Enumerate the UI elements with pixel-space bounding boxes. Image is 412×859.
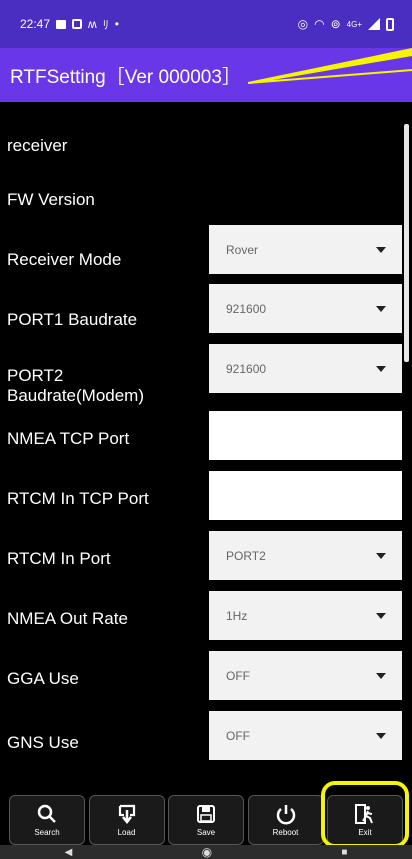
setting-label: PORT2 Baudrate(Modem)	[7, 366, 145, 405]
exit-label: Exit	[358, 828, 372, 837]
search-icon	[35, 803, 59, 825]
signal-strength-icon: ﾘ	[102, 17, 109, 32]
dropdown-value: OFF	[226, 668, 250, 683]
setting-label: GGA Use	[7, 669, 79, 688]
dropdown-value: Rover	[226, 242, 259, 257]
dropdown-arrow-icon	[376, 673, 386, 679]
setting-label: FW Version	[7, 190, 95, 209]
setting-dropdown[interactable]: 1Hz	[209, 591, 402, 640]
dot-icon: •	[114, 17, 119, 31]
back-nav-icon[interactable]: ◀	[65, 847, 73, 858]
setting-input[interactable]	[209, 471, 402, 520]
setting-dropdown[interactable]: PORT2	[209, 531, 402, 580]
status-left: 22:47 ʍ ﾘ •	[20, 16, 119, 33]
app-bar: RTFSetting［Ver 000003］	[0, 48, 412, 102]
load-icon	[115, 803, 139, 825]
recents-nav-icon[interactable]: ■	[341, 847, 347, 858]
setting-label: GNS Use	[7, 733, 79, 752]
bottom-toolbar: Search Load Save Reboot Exit	[0, 795, 412, 845]
load-label: Load	[117, 828, 136, 837]
dropdown-arrow-icon	[376, 247, 386, 253]
settings-list[interactable]: receiver FW Version Receiver Mode Rover PORT…	[0, 102, 412, 782]
dropdown-value: 1Hz	[226, 608, 248, 623]
exit-button[interactable]: Exit	[327, 795, 403, 845]
exit-icon	[353, 803, 377, 825]
search-button[interactable]: Search	[9, 795, 85, 845]
setting-dropdown[interactable]: OFF	[209, 651, 402, 700]
dropdown-arrow-icon	[376, 306, 386, 312]
notification-icon	[56, 19, 67, 29]
dropdown-arrow-icon	[376, 553, 386, 559]
status-right: ◎ ◠ ⊚ 4G+	[298, 17, 394, 31]
wifi-icon: ◠	[314, 17, 325, 31]
dropdown-arrow-icon	[376, 733, 386, 739]
load-button[interactable]: Load	[88, 795, 165, 845]
dropdown-value: 921600	[226, 301, 267, 316]
power-icon	[274, 803, 298, 825]
setting-label: NMEA TCP Port	[7, 429, 130, 448]
setting-input[interactable]	[209, 411, 402, 460]
setting-label: receiver	[7, 136, 68, 155]
status-bar: 22:47 ʍ ﾘ • ◎ ◠ ⊚ 4G+	[0, 0, 412, 48]
dropdown-arrow-icon	[376, 613, 386, 619]
setting-dropdown[interactable]: OFF	[209, 711, 402, 760]
scrollbar[interactable]	[404, 124, 409, 362]
home-nav-icon[interactable]: ◉	[202, 845, 212, 859]
save-label: Save	[196, 828, 216, 837]
setting-label: PORT1 Baudrate	[7, 310, 138, 329]
mail-icon: ʍ	[88, 17, 97, 31]
dropdown-value: PORT2	[226, 548, 266, 563]
status-time: 22:47	[20, 17, 51, 31]
system-nav-buttons: ◀ ◉ ■	[0, 845, 412, 859]
save-icon	[194, 803, 218, 825]
battery-icon	[386, 17, 394, 31]
network-type: 4G+	[346, 19, 362, 29]
search-label: Search	[34, 828, 60, 837]
gps-icon: ◎	[297, 17, 309, 31]
reboot-button[interactable]: Reboot	[247, 795, 324, 845]
hotspot-icon: ⊚	[330, 17, 341, 31]
notification-outline-icon	[72, 19, 83, 29]
reboot-label: Reboot	[272, 828, 299, 837]
dropdown-arrow-icon	[376, 366, 386, 372]
setting-label: RTCM In TCP Port	[7, 489, 149, 508]
setting-dropdown[interactable]: 921600	[209, 344, 402, 393]
setting-label: NMEA Out Rate	[7, 609, 128, 628]
setting-label: RTCM In Port	[7, 549, 111, 568]
dropdown-value: OFF	[226, 728, 250, 743]
setting-dropdown[interactable]: 921600	[209, 284, 402, 333]
page-title: RTFSetting［Ver 000003］	[10, 66, 241, 88]
dropdown-value: 921600	[226, 361, 267, 376]
setting-label: Receiver Mode	[7, 250, 122, 269]
save-button[interactable]: Save	[168, 795, 244, 845]
cell-signal-icon	[368, 18, 380, 30]
setting-dropdown[interactable]: Rover	[209, 225, 402, 274]
